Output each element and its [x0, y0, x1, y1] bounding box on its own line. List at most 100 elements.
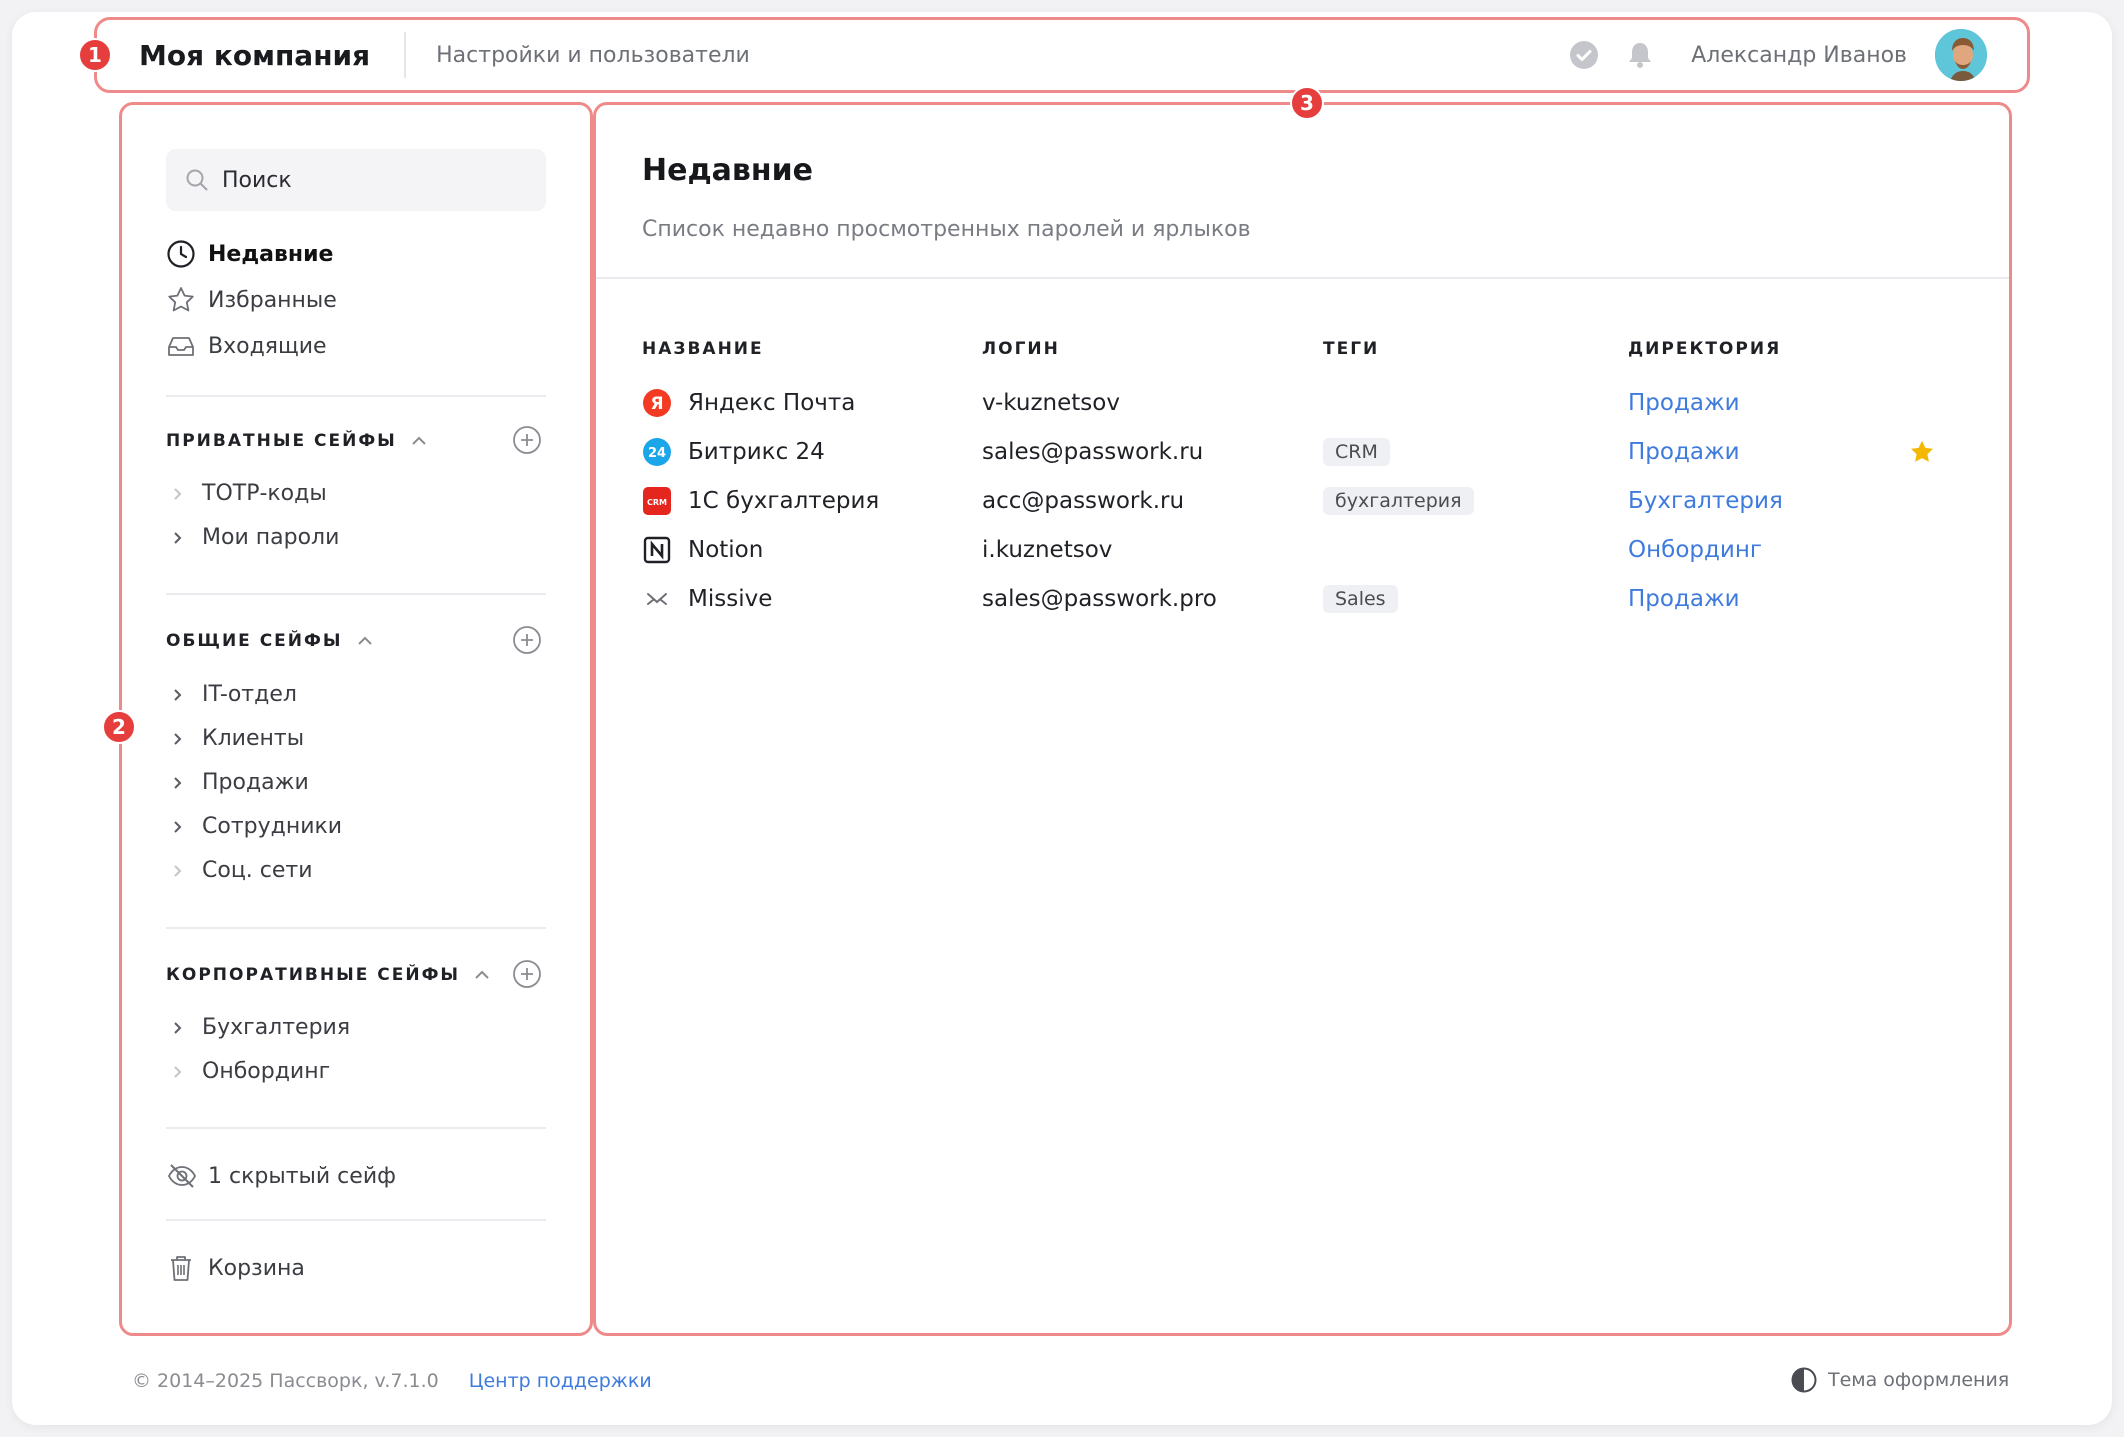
row-login: sales@passwork.ru: [982, 439, 1204, 465]
company-name[interactable]: Моя компания: [139, 39, 370, 72]
chevron-up-icon: [357, 636, 372, 645]
chevron-right-icon: [174, 820, 182, 833]
add-corporate-vault-icon[interactable]: [512, 959, 542, 989]
chevron-right-icon: [174, 732, 182, 745]
vault-label: Соц. сети: [202, 858, 313, 883]
check-circle-icon[interactable]: [1569, 40, 1599, 70]
vault-onboarding[interactable]: Онбординг: [172, 1059, 330, 1084]
search-input[interactable]: Поиск: [166, 149, 546, 211]
row-name: Битрикс 24: [688, 439, 825, 465]
vault-clients[interactable]: Клиенты: [172, 726, 304, 751]
sidebar-divider: [166, 395, 546, 397]
trash-label: Корзина: [208, 1255, 305, 1281]
section-shared-title[interactable]: ОБЩИЕ СЕЙФЫ: [166, 631, 373, 651]
row-directory-link[interactable]: Бухгалтерия: [1628, 481, 1783, 521]
row-directory-link[interactable]: Продажи: [1628, 432, 1740, 472]
tag-badge[interactable]: CRM: [1323, 438, 1390, 466]
avatar[interactable]: [1933, 27, 1989, 83]
section-corporate-title[interactable]: КОРПОРАТИВНЫЕ СЕЙФЫ: [166, 965, 490, 985]
column-header-name[interactable]: НАЗВАНИЕ: [642, 339, 764, 359]
vault-it[interactable]: IT-отдел: [172, 682, 297, 707]
theme-toggle[interactable]: Тема оформления: [1790, 1366, 2009, 1394]
trash[interactable]: Корзина: [166, 1253, 305, 1283]
table-row[interactable]: 24 Битрикс 24 sales@passwork.ru CRM Прод…: [642, 432, 1972, 472]
tag-badge[interactable]: Sales: [1323, 585, 1398, 613]
favorite-star-icon[interactable]: [1908, 432, 1936, 472]
vault-label: Мои пароли: [202, 525, 340, 550]
nav-recent-label: Недавние: [208, 241, 334, 267]
chevron-right-icon: [174, 776, 182, 789]
sidebar-divider: [166, 593, 546, 595]
trash-icon: [171, 1256, 191, 1281]
chevron-right-icon: [174, 1065, 182, 1078]
yandex-icon: Я: [642, 388, 672, 418]
vault-label: Онбординг: [202, 1059, 331, 1084]
vault-label: Клиенты: [202, 726, 305, 751]
copyright: © 2014–2025 Пассворк, v.7.1.0: [132, 1370, 439, 1392]
support-link[interactable]: Центр поддержки: [469, 1370, 652, 1392]
annotation-badge-1: 1: [78, 38, 112, 72]
row-login: sales@passwork.pro: [982, 586, 1217, 612]
row-directory-link[interactable]: Продажи: [1628, 579, 1740, 619]
table-row[interactable]: Missive sales@passwork.pro Sales Продажи: [642, 579, 1972, 619]
section-corporate-label: КОРПОРАТИВНЫЕ СЕЙФЫ: [166, 965, 461, 985]
add-private-vault-icon[interactable]: [512, 425, 542, 455]
section-private-title[interactable]: ПРИВАТНЫЕ СЕЙФЫ: [166, 431, 427, 451]
top-header: Моя компания Настройки и пользователи Ал…: [94, 17, 2030, 93]
vault-social[interactable]: Соц. сети: [172, 858, 313, 883]
user-name[interactable]: Александр Иванов: [1691, 43, 1907, 68]
main-panel: Недавние Список недавно просмотренных па…: [593, 102, 2012, 1336]
chevron-up-icon: [475, 970, 489, 979]
table-row[interactable]: Я Яндекс Почта v-kuznetsov Продажи: [642, 383, 1972, 423]
vault-label: Продажи: [202, 770, 309, 795]
chevron-right-icon: [174, 1021, 182, 1034]
vault-employees[interactable]: Сотрудники: [172, 814, 342, 839]
sidebar-divider: [166, 1219, 546, 1221]
row-directory-link[interactable]: Онбординг: [1628, 530, 1762, 570]
column-header-directory[interactable]: ДИРЕКТОРИЯ: [1628, 339, 1781, 359]
svg-text:Я: Я: [650, 394, 663, 414]
nav-favorites-label: Избранные: [208, 287, 337, 313]
nav-inbox[interactable]: Входящие: [166, 331, 327, 361]
row-name: 1С бухгалтерия: [688, 488, 880, 514]
row-login: v-kuznetsov: [982, 390, 1120, 416]
hidden-vaults[interactable]: 1 скрытый сейф: [166, 1161, 396, 1191]
search-placeholder: Поиск: [222, 167, 292, 193]
column-header-tags[interactable]: ТЕГИ: [1323, 339, 1379, 359]
star-icon: [168, 287, 194, 312]
row-name: Notion: [688, 537, 764, 563]
vault-label: ТОТР-коды: [202, 481, 327, 506]
svg-text:24: 24: [648, 446, 666, 461]
row-login: i.kuznetsov: [982, 537, 1113, 563]
clock-icon: [167, 240, 195, 268]
sidebar: Поиск Недавние Избранные Входящие ПРИВАТ…: [119, 102, 593, 1336]
vault-label: IT-отдел: [202, 682, 297, 707]
table-row[interactable]: Notion i.kuznetsov Онбординг: [642, 530, 1972, 570]
eye-off-icon: [167, 1164, 197, 1188]
section-shared-label: ОБЩИЕ СЕЙФЫ: [166, 631, 343, 651]
vault-sales[interactable]: Продажи: [172, 770, 309, 795]
missive-icon: [642, 584, 672, 614]
vault-my-passwords[interactable]: Мои пароли: [172, 525, 339, 550]
nav-inbox-label: Входящие: [208, 333, 327, 359]
table-row[interactable]: CRM 1С бухгалтерия acc@passwork.ru бухга…: [642, 481, 1972, 521]
vault-accounting[interactable]: Бухгалтерия: [172, 1015, 350, 1040]
tag-badge[interactable]: бухгалтерия: [1323, 487, 1474, 515]
vault-totp[interactable]: ТОТР-коды: [172, 481, 327, 506]
annotation-badge-3: 3: [1290, 86, 1324, 120]
sidebar-divider: [166, 927, 546, 929]
sidebar-divider: [166, 1127, 546, 1129]
row-name: Missive: [688, 586, 773, 612]
half-circle-icon: [1791, 1367, 1817, 1393]
add-shared-vault-icon[interactable]: [512, 625, 542, 655]
header-divider: [596, 277, 2009, 279]
column-header-login[interactable]: ЛОГИН: [982, 339, 1060, 359]
nav-favorites[interactable]: Избранные: [166, 285, 337, 315]
bell-icon[interactable]: [1625, 40, 1655, 70]
nav-recent[interactable]: Недавние: [166, 239, 333, 269]
svg-text:CRM: CRM: [647, 498, 667, 507]
page-title: Недавние: [642, 153, 814, 188]
row-directory-link[interactable]: Продажи: [1628, 383, 1740, 423]
chevron-up-icon: [412, 436, 426, 445]
settings-link[interactable]: Настройки и пользователи: [436, 43, 750, 68]
